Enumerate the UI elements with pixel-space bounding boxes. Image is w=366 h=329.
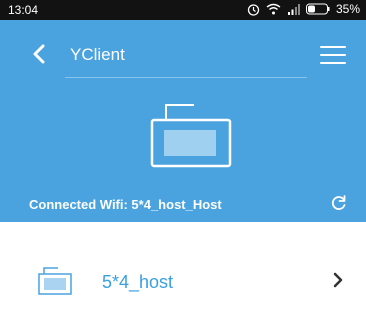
chevron-right-icon (333, 272, 343, 288)
wifi-icon (266, 3, 281, 15)
header: YClient Connected Wifi: 5*4_host_Host (0, 20, 366, 222)
hamburger-menu-icon (320, 46, 346, 48)
header-divider (65, 77, 307, 78)
status-bar: 13:04 35% (0, 0, 366, 20)
alarm-icon (247, 3, 260, 16)
device-name: 5*4_host (102, 272, 174, 292)
connected-wifi-label: Connected Wifi: 5*4_host_Host (29, 197, 222, 212)
refresh-icon (331, 195, 346, 210)
status-time: 13:04 (8, 3, 39, 17)
app-title: YClient (70, 45, 125, 64)
menu-button[interactable] (320, 46, 346, 66)
device-icon (38, 267, 72, 295)
device-illustration (150, 104, 232, 168)
status-icons: 35% (247, 2, 360, 16)
signal-icon (287, 4, 300, 15)
refresh-button[interactable] (330, 194, 348, 212)
battery-icon (305, 3, 330, 15)
battery-percentage: 35% (335, 2, 360, 16)
back-button[interactable] (29, 43, 49, 65)
back-arrow-icon (33, 44, 45, 64)
device-list-item[interactable]: 5*4_host (0, 255, 366, 307)
